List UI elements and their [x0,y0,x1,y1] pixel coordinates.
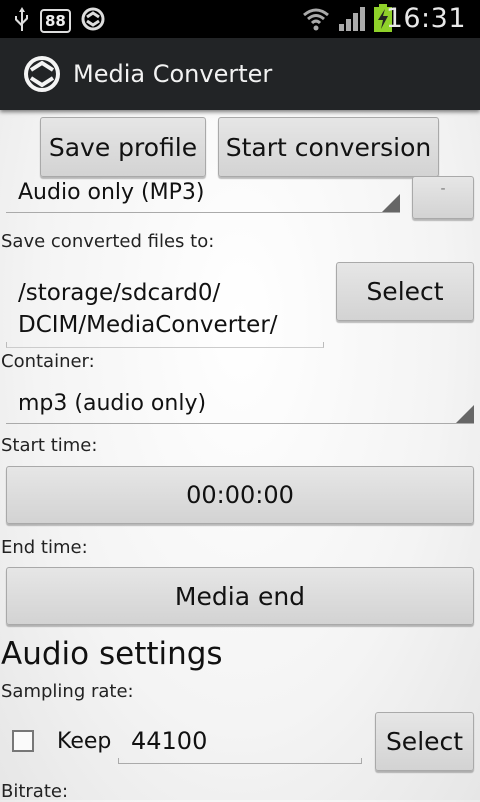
end-time-button[interactable]: Media end [6,567,474,625]
app-title: Media Converter [73,60,273,88]
output-path-line1: /storage/sdcard0/ [18,280,221,306]
save-to-label: Save converted files to: [1,231,215,252]
sampling-rate-value: 44100 [131,727,208,755]
signal-icon [338,6,366,36]
sampling-rate-input[interactable]: 44100 [118,720,362,764]
usb-icon [14,6,30,36]
end-time-label: End time: [1,537,88,558]
sampling-rate-label: Sampling rate: [1,681,134,702]
status-bar: 88 16:31 [0,0,480,38]
container-label: Container: [1,351,95,372]
remove-profile-button[interactable]: - [412,176,474,219]
notification-badge: 88 [40,9,71,33]
sync-icon [81,7,105,35]
clock: 16:31 [385,3,466,34]
container-spinner[interactable]: mp3 (audio only) [6,388,474,424]
keep-sampling-checkbox[interactable] [12,730,34,752]
media-converter-logo-icon[interactable] [24,56,60,96]
bitrate-label: Bitrate: [1,781,69,802]
profile-spinner[interactable]: Audio only (MP3) [6,178,400,213]
output-path-line2: DCIM/MediaConverter/ [18,312,278,338]
container-spinner-value: mp3 (audio only) [18,391,207,416]
output-path-field[interactable]: /storage/sdcard0/ DCIM/MediaConverter/ [6,270,324,348]
dropdown-arrow-icon [382,194,400,212]
action-bar: Media Converter [0,38,480,110]
start-time-label: Start time: [1,435,98,456]
save-profile-button[interactable]: Save profile [40,117,206,177]
start-time-button[interactable]: 00:00:00 [6,466,474,524]
keep-label: Keep [57,729,112,754]
start-conversion-button[interactable]: Start conversion [218,117,439,177]
profile-spinner-value: Audio only (MP3) [18,180,205,205]
select-folder-button[interactable]: Select [336,262,474,321]
audio-settings-heading: Audio settings [1,636,223,672]
dropdown-arrow-icon [456,405,474,423]
select-sampling-rate-button[interactable]: Select [375,712,474,771]
wifi-icon [302,6,330,36]
